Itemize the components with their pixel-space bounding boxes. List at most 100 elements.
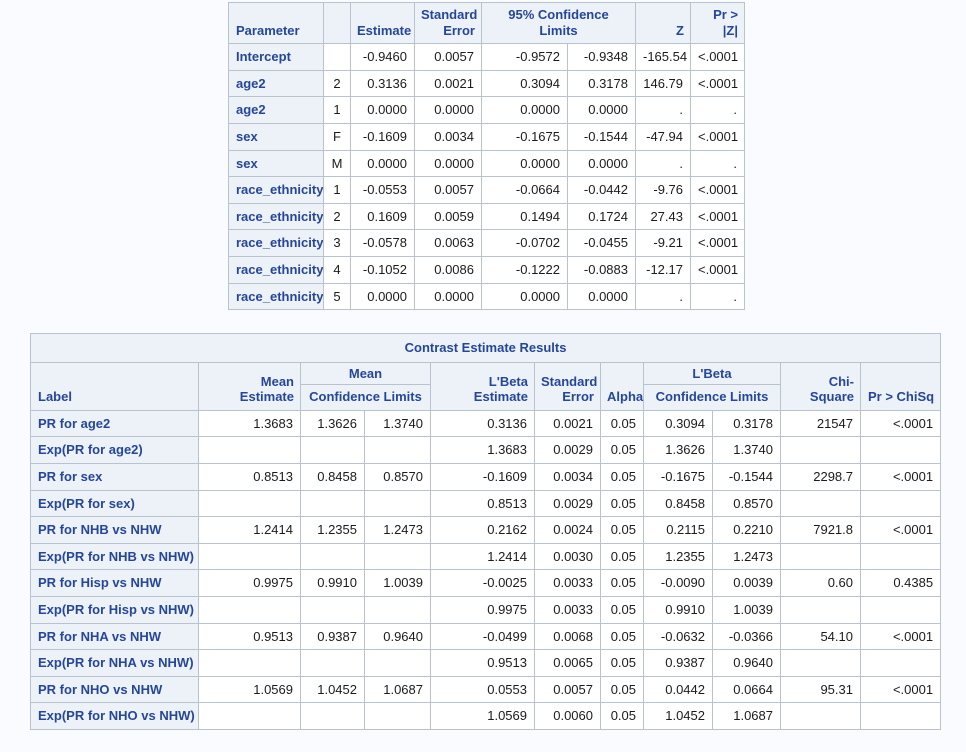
data-cell: 0.0059	[415, 203, 482, 230]
data-cell: 1.3626	[301, 410, 365, 437]
data-cell	[861, 543, 941, 570]
data-cell: 146.79	[636, 70, 691, 97]
data-cell: 0.3094	[482, 70, 568, 97]
data-cell: 0.05	[601, 703, 644, 730]
header-row: Parameter Estimate Standard Error 95% Co…	[229, 3, 745, 44]
data-cell: 0.60	[781, 570, 861, 597]
contrast-table-body: PR for age21.36831.36261.37400.31360.002…	[31, 410, 941, 729]
data-cell: 0.3136	[431, 410, 535, 437]
data-cell: 0.0034	[415, 123, 482, 150]
row-header-cell: sex	[229, 150, 324, 177]
row-header-cell: age2	[229, 70, 324, 97]
row-header-cell: race_ethnicity	[229, 203, 324, 230]
row-header-cell: race_ethnicity	[229, 256, 324, 283]
table-row: race_ethnicity50.00000.00000.00000.0000.…	[229, 283, 745, 310]
data-cell: 0.0029	[535, 437, 601, 464]
data-cell: -0.0632	[644, 623, 713, 650]
data-cell: 0.0033	[535, 596, 601, 623]
col-group-mean: Mean	[301, 362, 431, 385]
col-header-parameter: Parameter	[229, 3, 324, 44]
data-cell: <.0001	[861, 463, 941, 490]
data-cell: -0.1609	[431, 463, 535, 490]
data-cell: 2	[324, 203, 351, 230]
data-cell	[861, 596, 941, 623]
data-cell: -0.1052	[351, 256, 415, 283]
data-cell	[781, 490, 861, 517]
data-cell	[301, 543, 365, 570]
data-cell: 0.8458	[644, 490, 713, 517]
data-cell: .	[691, 150, 745, 177]
data-cell: <.0001	[691, 44, 745, 71]
data-cell: M	[324, 150, 351, 177]
data-cell: 0.0000	[568, 97, 636, 124]
data-cell: -0.0702	[482, 230, 568, 257]
data-cell: 1.2473	[713, 543, 781, 570]
data-cell: <.0001	[691, 177, 745, 204]
data-cell: -0.0883	[568, 256, 636, 283]
data-cell: -0.9348	[568, 44, 636, 71]
data-cell: 1.2355	[301, 517, 365, 544]
data-cell: 7921.8	[781, 517, 861, 544]
data-cell: 1.2473	[365, 517, 431, 544]
data-cell	[301, 490, 365, 517]
data-cell: -0.0090	[644, 570, 713, 597]
col-header-z: Z	[636, 3, 691, 44]
data-cell: -0.1544	[568, 123, 636, 150]
data-cell: 0.8570	[713, 490, 781, 517]
data-cell: -0.0442	[568, 177, 636, 204]
row-header-cell: Intercept	[229, 44, 324, 71]
col-header-standard-error: Standard Error	[535, 362, 601, 410]
data-cell	[199, 543, 301, 570]
table-row: Exp(PR for Hisp vs NHW)0.99750.00330.050…	[31, 596, 941, 623]
data-cell: -0.0664	[482, 177, 568, 204]
data-cell: 0.05	[601, 463, 644, 490]
table-row: sexF-0.16090.0034-0.1675-0.1544-47.94<.0…	[229, 123, 745, 150]
data-cell: 0.05	[601, 437, 644, 464]
table-row: PR for sex0.85130.84580.8570-0.16090.003…	[31, 463, 941, 490]
data-cell: -0.0553	[351, 177, 415, 204]
data-cell: 0.0057	[415, 44, 482, 71]
data-cell	[365, 490, 431, 517]
table-row: race_ethnicity1-0.05530.0057-0.0664-0.04…	[229, 177, 745, 204]
data-cell: 1.3683	[199, 410, 301, 437]
data-cell: -165.54	[636, 44, 691, 71]
data-cell: 1.0039	[365, 570, 431, 597]
data-cell	[781, 543, 861, 570]
table-row: PR for NHA vs NHW0.95130.93870.9640-0.04…	[31, 623, 941, 650]
row-header-cell: age2	[229, 97, 324, 124]
data-cell	[781, 596, 861, 623]
data-cell: 0.0068	[535, 623, 601, 650]
col-header-label: Label	[31, 362, 199, 410]
data-cell: 0.2115	[644, 517, 713, 544]
data-cell: -47.94	[636, 123, 691, 150]
data-cell: 0.8458	[301, 463, 365, 490]
data-cell: 0.3136	[351, 70, 415, 97]
data-cell: 0.0000	[351, 97, 415, 124]
data-cell	[199, 596, 301, 623]
data-cell: 0.0000	[568, 150, 636, 177]
data-cell	[365, 650, 431, 677]
data-cell: 0.05	[601, 490, 644, 517]
data-cell: 0.8513	[431, 490, 535, 517]
data-cell	[861, 437, 941, 464]
data-cell: <.0001	[861, 623, 941, 650]
data-cell	[324, 44, 351, 71]
col-header-level	[324, 3, 351, 44]
data-cell: 0.05	[601, 410, 644, 437]
table-row: Exp(PR for NHA vs NHW)0.95130.00650.050.…	[31, 650, 941, 677]
data-cell: 0.9975	[199, 570, 301, 597]
data-cell: 5	[324, 283, 351, 310]
data-cell: 0.9975	[431, 596, 535, 623]
data-cell: 0.0060	[535, 703, 601, 730]
col-header-mean-confidence-limits: Confidence Limits	[301, 385, 431, 411]
row-header-cell: Exp(PR for age2)	[31, 437, 199, 464]
row-header-cell: Exp(PR for sex)	[31, 490, 199, 517]
data-cell: -0.0025	[431, 570, 535, 597]
data-cell: <.0001	[861, 410, 941, 437]
table-row: PR for Hisp vs NHW0.99750.99101.0039-0.0…	[31, 570, 941, 597]
data-cell	[365, 596, 431, 623]
table-row: PR for age21.36831.36261.37400.31360.002…	[31, 410, 941, 437]
data-cell	[365, 703, 431, 730]
data-cell: 0.0000	[351, 150, 415, 177]
contrast-table-head: Contrast Estimate Results Label Mean Est…	[31, 334, 941, 411]
